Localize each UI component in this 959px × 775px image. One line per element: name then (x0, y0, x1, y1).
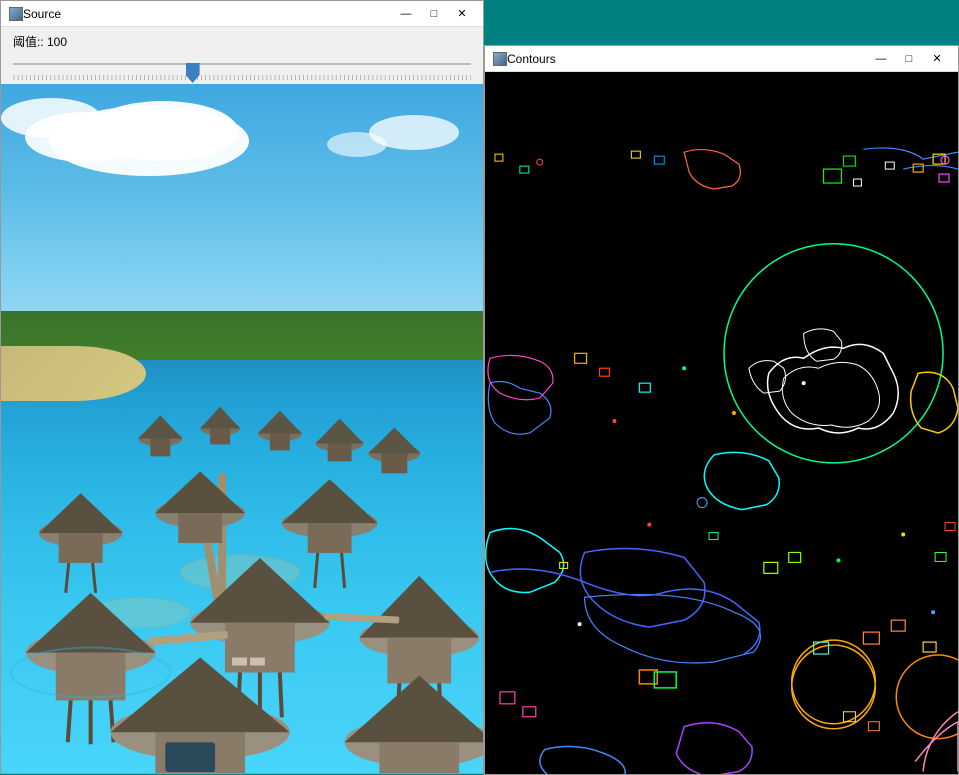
source-close-button[interactable]: ✕ (449, 5, 475, 23)
slider-area: 阈值:: 100 |||||||||||||||||||||||||||||||… (1, 27, 483, 84)
slider-label: 阈值:: 100 (13, 33, 471, 50)
contours-window-icon (493, 52, 507, 66)
source-window-title: Source (23, 7, 393, 21)
contours-close-button[interactable]: ✕ (924, 50, 950, 68)
source-photo (1, 84, 483, 773)
slider-thumb[interactable] (186, 63, 200, 83)
contours-window-title: Contours (507, 52, 868, 66)
source-window: Source — □ ✕ 阈值:: 100 ||||||||||||||||||… (0, 0, 484, 774)
contours-window-controls: — □ ✕ (868, 50, 950, 68)
bora-bora-scene (1, 84, 483, 773)
bungalow-scene-svg (1, 84, 483, 773)
contours-maximize-button[interactable]: □ (896, 50, 922, 68)
slider-ticks: ||||||||||||||||||||||||||||||||||||||||… (13, 74, 471, 80)
slider-track-line (13, 63, 471, 65)
contours-display (485, 72, 958, 774)
source-minimize-button[interactable]: — (393, 5, 419, 23)
source-titlebar: Source — □ ✕ (1, 1, 483, 27)
source-window-icon (9, 7, 23, 21)
contours-svg (485, 72, 958, 774)
threshold-slider[interactable] (13, 54, 471, 74)
contours-minimize-button[interactable]: — (868, 50, 894, 68)
contours-window: Contours — □ ✕ (484, 45, 959, 775)
contours-titlebar: Contours — □ ✕ (485, 46, 958, 72)
source-window-controls: — □ ✕ (393, 5, 475, 23)
source-maximize-button[interactable]: □ (421, 5, 447, 23)
